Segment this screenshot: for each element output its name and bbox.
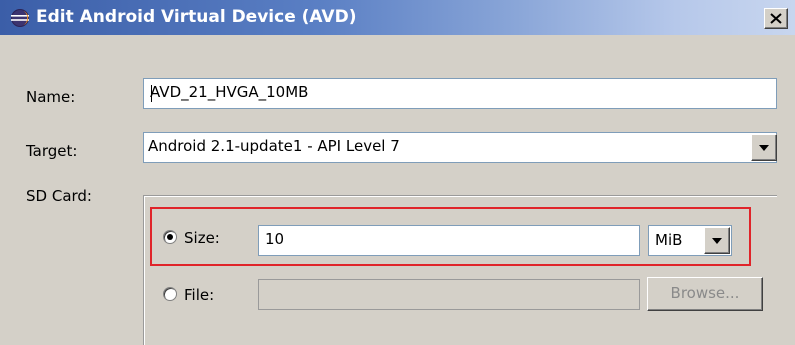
file-path-input[interactable] (258, 279, 640, 310)
close-icon (770, 13, 782, 24)
file-radio[interactable] (163, 287, 177, 301)
text-cursor (151, 85, 152, 102)
close-button[interactable] (764, 8, 788, 29)
name-input[interactable]: AVD_21_HVGA_10MB (143, 78, 777, 109)
browse-button[interactable]: Browse... (647, 277, 763, 311)
name-label: Name: (26, 88, 76, 106)
target-select-value: Android 2.1-update1 - API Level 7 (148, 137, 400, 155)
highlight-box (150, 207, 751, 266)
eclipse-icon (11, 9, 29, 27)
name-input-value: AVD_21_HVGA_10MB (150, 83, 309, 101)
window-title: Edit Android Virtual Device (AVD) (36, 7, 357, 27)
target-select[interactable]: Android 2.1-update1 - API Level 7 (143, 132, 777, 163)
target-dropdown-button[interactable] (751, 134, 777, 161)
file-option-label: File: (184, 286, 215, 304)
title-bar: Edit Android Virtual Device (AVD) (0, 0, 795, 35)
target-label: Target: (26, 142, 78, 160)
chevron-down-icon (759, 145, 769, 151)
sdcard-label: SD Card: (26, 187, 92, 205)
